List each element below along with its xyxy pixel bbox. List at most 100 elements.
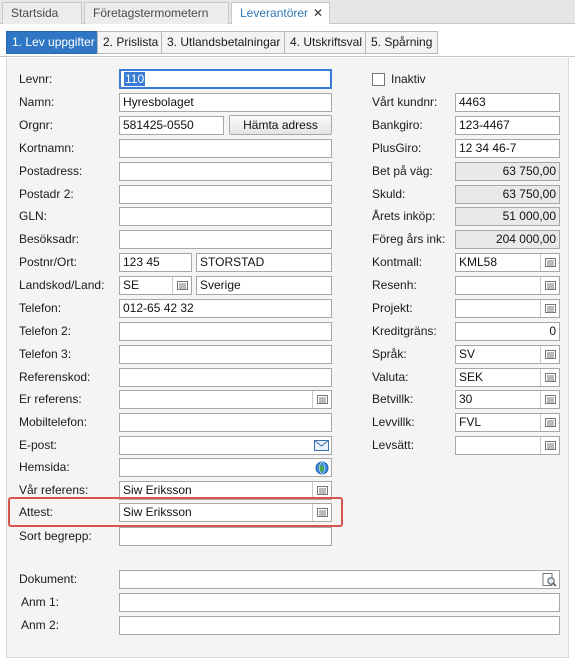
step-tab-bar: 1. Lev uppgifter 2. Prislista 3. Utlands… [0,24,575,57]
lookup-list-icon[interactable] [540,277,559,294]
envelope-icon[interactable] [312,437,331,454]
landskod-field[interactable]: SE [119,276,192,295]
besoksadr-label: Besöksadr: [19,232,80,246]
mobiltelefon-label: Mobiltelefon: [19,415,88,429]
gln-label: GLN: [19,209,48,223]
sprak-value: SV [459,347,476,361]
resenh-field[interactable] [455,276,560,295]
close-icon[interactable]: ✕ [313,3,323,23]
kundnr-label: Vårt kundnr: [372,95,438,109]
step-tab-utskriftsval[interactable]: 4. Utskriftsval [284,31,369,54]
kundnr-field[interactable]: 4463 [455,93,560,112]
telefon2-field[interactable] [119,322,332,341]
ort-field[interactable]: STORSTAD [196,253,332,272]
valuta-value: SEK [459,370,484,384]
step-tab-lev-uppgifter[interactable]: 1. Lev uppgifter [6,31,101,54]
betvillk-label: Betvillk: [372,392,414,406]
step-tab-prislista[interactable]: 2. Prislista [97,31,165,54]
tab-startsida[interactable]: Startsida [2,2,82,24]
besoksadr-field[interactable] [119,230,332,249]
landskod-land-label: Landskod/Land: [19,278,105,292]
telefon3-field[interactable] [119,345,332,364]
er-referens-field[interactable] [119,390,332,409]
resenh-label: Resenh: [372,278,417,292]
step-tab-utlandsbetalningar[interactable]: 3. Utlandsbetalningar [161,31,287,54]
arets-inkop-value: 51 000,00 [455,207,560,226]
bet-pa-vag-value: 63 750,00 [455,162,560,181]
postadr2-label: Postadr 2: [19,187,74,201]
projekt-label: Projekt: [372,301,413,315]
lookup-list-icon[interactable] [540,437,559,454]
levsatt-field[interactable] [455,436,560,455]
attest-field[interactable]: Siw Eriksson [119,503,332,522]
lookup-list-icon[interactable] [172,277,191,294]
tab-startsida-label: Startsida [11,6,59,20]
globe-icon[interactable] [312,459,331,476]
postnr-field[interactable]: 123 45 [119,253,192,272]
valuta-field[interactable]: SEK [455,368,560,387]
dokument-field[interactable] [119,570,560,589]
inaktiv-label: Inaktiv [391,72,426,86]
lookup-list-icon[interactable] [540,369,559,386]
levvillk-field[interactable]: FVL [455,413,560,432]
projekt-field[interactable] [455,299,560,318]
document-tab-bar: Startsida Företagstermometern Leverantör… [0,0,575,25]
hemsida-field[interactable] [119,458,332,477]
kontmall-field[interactable]: KML58 [455,253,560,272]
sort-begrepp-field[interactable] [119,527,332,546]
lookup-list-icon[interactable] [540,391,559,408]
lookup-list-icon[interactable] [312,391,331,408]
lookup-list-icon[interactable] [540,254,559,271]
landskod-value: SE [123,278,140,292]
gln-field[interactable] [119,207,332,226]
lookup-list-icon[interactable] [312,504,331,521]
hamta-adress-button[interactable]: Hämta adress [229,115,332,135]
kortnamn-field[interactable] [119,139,332,158]
skuld-value: 63 750,00 [455,185,560,204]
kortnamn-label: Kortnamn: [19,141,75,155]
levnr-field[interactable]: 110 [119,69,332,89]
betvillk-field[interactable]: 30 [455,390,560,409]
inaktiv-checkbox[interactable] [372,73,385,86]
sprak-field[interactable]: SV [455,345,560,364]
valuta-label: Valuta: [372,370,409,384]
step-tab-sparning[interactable]: 5. Spårning [365,31,439,54]
levvillk-label: Levvillk: [372,415,415,429]
land-field[interactable]: Sverige [196,276,332,295]
postadr2-field[interactable] [119,185,332,204]
document-search-icon[interactable] [540,571,559,588]
lookup-list-icon[interactable] [540,414,559,431]
orgnr-field[interactable]: 581425-0550 [119,116,224,135]
epost-field[interactable] [119,436,332,455]
foreg-ars-ink-value: 204 000,00 [455,230,560,249]
bankgiro-label: Bankgiro: [372,118,423,132]
lookup-list-icon[interactable] [540,346,559,363]
tab-leverantorer[interactable]: Leverantörer ✕ [231,2,330,25]
telefon-field[interactable]: 012-65 42 32 [119,299,332,318]
plusgiro-field[interactable]: 12 34 46-7 [455,139,560,158]
mobiltelefon-field[interactable] [119,413,332,432]
referenskod-label: Referenskod: [19,370,91,384]
hemsida-label: Hemsida: [19,460,70,474]
bet-pa-vag-label: Bet på väg: [372,164,433,178]
tab-foretagstermometern[interactable]: Företagstermometern [84,2,229,24]
postadress-field[interactable] [119,162,332,181]
anm2-field[interactable] [119,616,560,635]
anm2-label: Anm 2: [21,618,60,632]
levnr-label: Levnr: [19,72,53,86]
sort-begrepp-label: Sort begrepp: [19,529,92,543]
anm1-field[interactable] [119,593,560,612]
var-referens-value: Siw Eriksson [123,483,192,497]
kreditgrans-field[interactable]: 0 [455,322,560,341]
kontmall-value: KML58 [459,255,498,269]
referenskod-field[interactable] [119,368,332,387]
sprak-label: Språk: [372,347,407,361]
epost-label: E-post: [19,438,58,452]
orgnr-label: Orgnr: [19,118,54,132]
telefon3-label: Telefon 3: [19,347,72,361]
bankgiro-field[interactable]: 123-4467 [455,116,560,135]
plusgiro-label: PlusGiro: [372,141,422,155]
tab-foretagstermometern-label: Företagstermometern [93,6,209,20]
lookup-list-icon[interactable] [540,300,559,317]
namn-field[interactable]: Hyresbolaget [119,93,332,112]
